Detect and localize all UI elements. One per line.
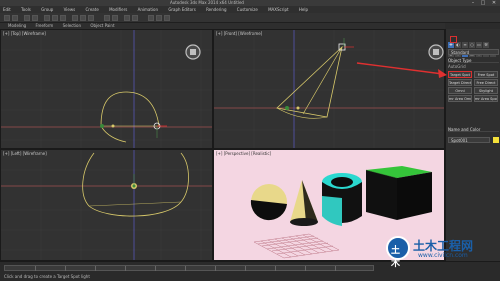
scale-icon[interactable] — [88, 15, 94, 21]
region-select-icon[interactable] — [60, 15, 66, 21]
main-toolbar — [0, 13, 500, 23]
object-name-field[interactable]: Spot001 — [448, 137, 490, 143]
free-spot-button[interactable]: Free Spot — [474, 71, 498, 78]
menu-group[interactable]: Group — [41, 6, 53, 13]
timeline-tick — [35, 266, 36, 271]
mr-area-omni-button[interactable]: mr Area Omni — [448, 95, 472, 102]
left-viewport-canvas — [1, 150, 212, 260]
render-icon[interactable] — [164, 15, 170, 21]
status-bar: Click and drag to create a Target Spot l… — [0, 261, 500, 281]
mr-area-spot-button[interactable]: mr Area Spot — [474, 95, 498, 102]
menu-tools[interactable]: Tools — [21, 6, 31, 13]
skylight-button[interactable]: Skylight — [474, 87, 498, 94]
object-type-header[interactable]: Object Type — [448, 58, 499, 63]
move-icon[interactable] — [72, 15, 78, 21]
menu-customize[interactable]: Customize — [237, 6, 258, 13]
angle-snap-icon[interactable] — [112, 15, 118, 21]
menu-graph-editors[interactable]: Graph Editors — [168, 6, 195, 13]
align-icon[interactable] — [132, 15, 138, 21]
lights-category-highlight — [450, 36, 457, 43]
timeline-tick — [305, 266, 306, 271]
menu-modifiers[interactable]: Modifiers — [109, 6, 127, 13]
snap-icon[interactable] — [104, 15, 110, 21]
menu-maxscript[interactable]: MAXScript — [268, 6, 289, 13]
top-viewport-canvas — [1, 30, 212, 148]
timeline-tick — [95, 266, 96, 271]
timeline-tick — [65, 266, 66, 271]
link-icon[interactable] — [24, 15, 30, 21]
select-by-name-icon[interactable] — [52, 15, 58, 21]
name-and-color-header[interactable]: Name and Color — [448, 127, 499, 132]
rotate-icon[interactable] — [80, 15, 86, 21]
mirror-icon[interactable] — [124, 15, 130, 21]
omni-button[interactable]: Omni — [448, 87, 472, 94]
ribbon-tab-freeform[interactable]: Freeform — [35, 23, 53, 28]
timeline-tick — [125, 266, 126, 271]
menu-create[interactable]: Create — [86, 6, 99, 13]
select-icon[interactable] — [44, 15, 50, 21]
viewport-top[interactable]: [+] [Top] [Wireframe] — [0, 29, 213, 149]
redo-icon[interactable] — [12, 15, 18, 21]
menu-rendering[interactable]: Rendering — [206, 6, 226, 13]
annotation-arrow — [356, 62, 447, 78]
timeline-tick — [275, 266, 276, 271]
unlink-icon[interactable] — [32, 15, 38, 21]
watermark-logo: 土木 — [386, 236, 410, 269]
viewport-left[interactable]: [+] [Left] [Wireframe] — [0, 149, 213, 261]
command-panel: ✚◐≡○▭⚒ ●◆✱▣◇≈⚙ Standard Object Type Auto… — [445, 29, 500, 261]
menu-views[interactable]: Views — [64, 6, 76, 13]
watermark: 土木 土木工程网 www.civilcn.com — [386, 236, 498, 269]
free-direct-button[interactable]: Free Direct — [474, 79, 498, 86]
watermark-url: www.civilcn.com — [418, 252, 468, 259]
timeline-tick — [245, 266, 246, 271]
target-direct-button[interactable]: Target Direct — [448, 79, 472, 86]
object-color-swatch[interactable] — [493, 137, 499, 143]
ribbon-tab-modeling[interactable]: Modeling — [8, 23, 26, 28]
time-slider[interactable] — [4, 265, 374, 271]
render-setup-icon[interactable] — [156, 15, 162, 21]
status-prompt: Click and drag to create a Target Spot l… — [4, 274, 90, 279]
undo-icon[interactable] — [4, 15, 10, 21]
target-spot-button[interactable]: Target Spot — [448, 71, 472, 78]
front-viewport-canvas — [214, 30, 444, 148]
timeline-tick — [215, 266, 216, 271]
timeline-tick — [335, 266, 336, 271]
timeline-tick — [185, 266, 186, 271]
viewport-front[interactable]: [+] [Front] [Wireframe] — [213, 29, 445, 149]
menu-help[interactable]: Help — [299, 6, 308, 13]
menu-animation[interactable]: Animation — [138, 6, 158, 13]
autogrid-checkbox[interactable]: AutoGrid — [448, 64, 499, 69]
light-type-dropdown[interactable]: Standard — [448, 49, 499, 55]
material-editor-icon[interactable] — [148, 15, 154, 21]
timeline-tick — [155, 266, 156, 271]
ribbon-tab-object-paint[interactable]: Object Paint — [90, 23, 114, 28]
ribbon-tab-selection[interactable]: Selection — [63, 23, 81, 28]
menu-edit[interactable]: Edit — [3, 6, 11, 13]
menu-bar: Edit Tools Group Views Create Modifiers … — [0, 6, 500, 13]
